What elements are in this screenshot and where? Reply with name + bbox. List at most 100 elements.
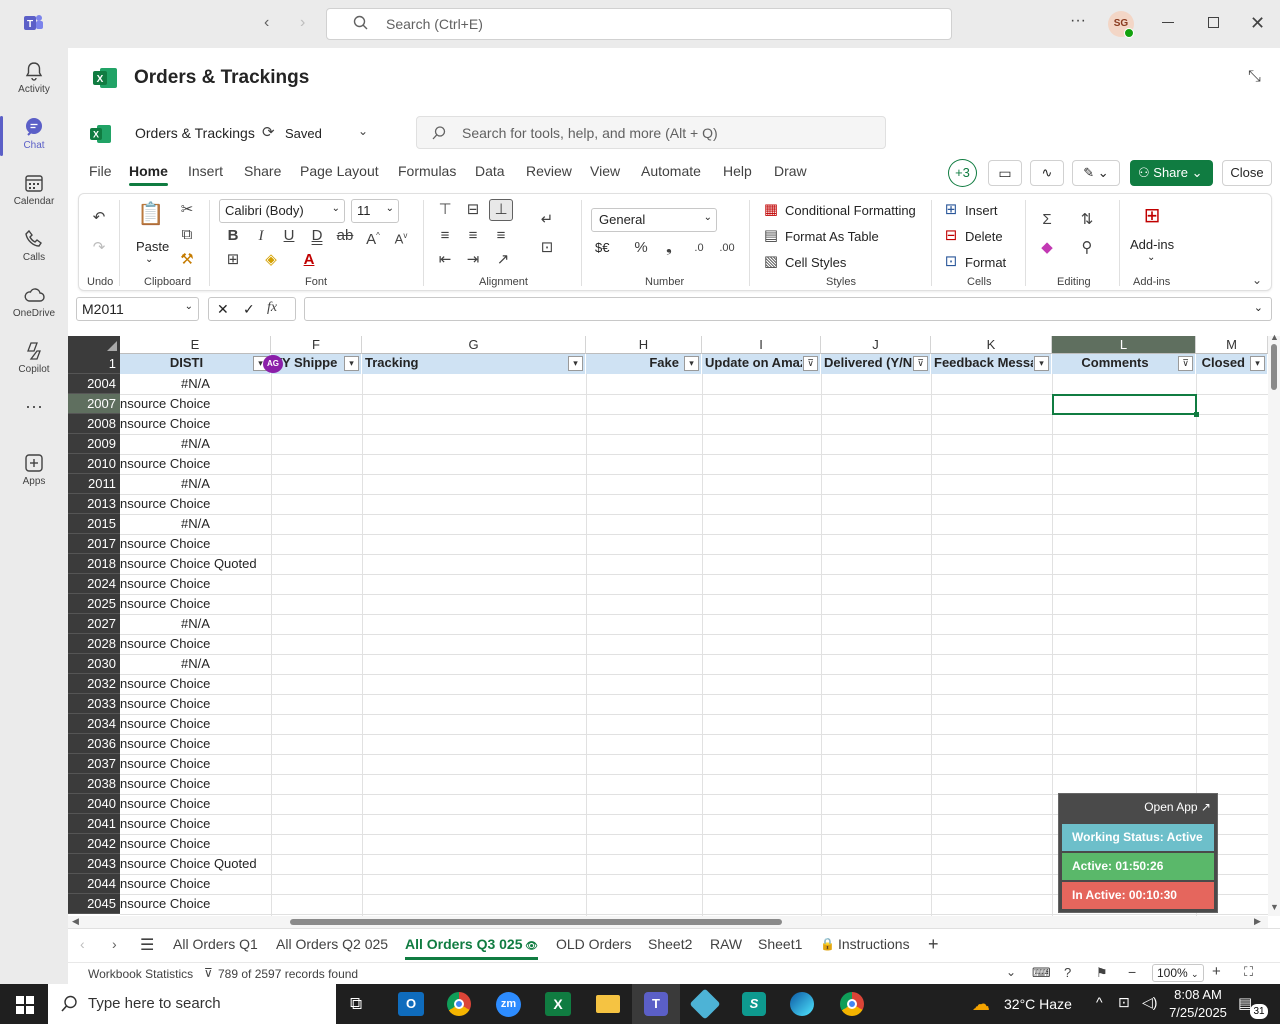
nav-chat[interactable]: Chat <box>0 110 68 164</box>
more-options-icon[interactable]: ··· <box>1070 12 1086 30</box>
all-sheets-icon[interactable]: ☰ <box>140 935 154 955</box>
tab-view[interactable]: View <box>590 163 620 179</box>
align-middle-icon[interactable]: ⊟ <box>463 200 483 220</box>
row-header[interactable]: 2009 <box>68 434 120 454</box>
zoom-app-icon[interactable]: zm <box>496 992 521 1017</box>
font-size-select[interactable]: 11 ⌄ <box>351 199 399 223</box>
column-header-k[interactable]: K <box>931 336 1052 354</box>
conditional-formatting-icon[interactable]: ▦ <box>761 200 781 220</box>
back-arrow-icon[interactable]: ‹ <box>264 14 269 32</box>
row-header[interactable]: 2043 <box>68 854 120 874</box>
weather-text[interactable]: 32°C Haze <box>1004 996 1072 1012</box>
cell-styles-icon[interactable]: ▧ <box>761 252 781 272</box>
sheet-tab[interactable]: All Orders Q2 025 <box>276 936 388 952</box>
nav-apps[interactable]: Apps <box>0 446 68 500</box>
row-header[interactable]: 2007 <box>68 394 120 414</box>
horizontal-scroll-thumb[interactable] <box>290 919 782 925</box>
decrease-indent-icon[interactable]: ⇤ <box>435 250 455 270</box>
collaborator-presence-badge[interactable]: AG <box>263 355 283 373</box>
volume-icon[interactable]: ◁) <box>1142 994 1157 1011</box>
sheet-prev-icon[interactable]: ‹ <box>80 936 85 952</box>
undo-icon[interactable]: ↶ <box>89 208 109 228</box>
table-header-cell[interactable]: TY Shippe ▾ <box>271 354 362 374</box>
sheet-tab[interactable]: Instructions <box>838 936 910 952</box>
increase-font-icon[interactable]: A^ <box>363 226 383 248</box>
sheet-tab[interactable]: Sheet1 <box>758 936 802 952</box>
horizontal-scrollbar[interactable]: ◀ ▶ <box>68 916 1268 928</box>
feedback-icon[interactable]: ⚑ <box>1096 965 1108 981</box>
disti-cell[interactable]: #N/A <box>120 474 271 494</box>
disti-cell[interactable]: nsource Choice <box>120 874 362 894</box>
autosum-icon[interactable]: Σ <box>1037 210 1057 230</box>
row-header[interactable]: 2036 <box>68 734 120 754</box>
align-bottom-icon[interactable]: ⊥ <box>489 199 513 221</box>
weather-icon[interactable]: ☁ <box>972 994 990 1015</box>
sheet-tab[interactable]: All Orders Q3 025 👁 <box>405 936 538 960</box>
tab-review[interactable]: Review <box>526 163 572 179</box>
row-header[interactable]: 2017 <box>68 534 120 554</box>
find-select-icon[interactable]: ⚲ <box>1077 238 1097 258</box>
disti-cell[interactable]: nsource Choice <box>120 734 362 754</box>
row-header[interactable]: 2025 <box>68 594 120 614</box>
close-window-icon[interactable]: ✕ <box>1250 13 1265 34</box>
vertical-scrollbar[interactable]: ▲ ▼ <box>1268 332 1280 916</box>
comments-button[interactable]: ▭ <box>988 160 1022 186</box>
chrome-profile-icon[interactable] <box>840 992 864 1016</box>
editing-mode-button[interactable]: ✎ ⌄ <box>1072 160 1120 186</box>
disti-cell[interactable]: nsource Choice Quoted <box>120 554 362 574</box>
disti-cell[interactable]: nsource Choice <box>120 794 362 814</box>
comma-style-icon[interactable]: ❟ <box>659 238 679 258</box>
clock-date[interactable]: 7/25/2025 <box>1168 1005 1228 1020</box>
disti-cell[interactable]: #N/A <box>120 514 271 534</box>
zoom-out-icon[interactable]: − <box>1128 964 1136 980</box>
column-header-j[interactable]: J <box>821 336 931 354</box>
disti-cell[interactable]: nsource Choice <box>120 494 362 514</box>
disti-cell[interactable]: #N/A <box>120 614 271 634</box>
disti-cell[interactable]: nsource Choice <box>120 754 362 774</box>
row-header[interactable]: 2045 <box>68 894 120 914</box>
disti-cell[interactable]: nsource Choice <box>120 454 362 474</box>
disti-cell[interactable]: nsource Choice <box>120 694 362 714</box>
disti-cell[interactable]: nsource Choice <box>120 414 362 434</box>
tab-insert[interactable]: Insert <box>188 163 223 179</box>
add-ins-icon[interactable]: ⊞ <box>1139 206 1165 232</box>
add-ins-chevron-icon[interactable]: ⌄ <box>1147 252 1155 263</box>
disti-cell[interactable]: nsource Choice <box>120 594 362 614</box>
paste-chevron-icon[interactable]: ⌄ <box>145 254 153 265</box>
row-header[interactable]: 2034 <box>68 714 120 734</box>
edge-icon[interactable] <box>790 992 814 1016</box>
vpn-app-icon[interactable] <box>689 988 721 1020</box>
disti-cell[interactable]: nsource Choice <box>120 574 362 594</box>
row-header[interactable]: 2004 <box>68 374 120 394</box>
formula-expand-chevron-icon[interactable]: ⌄ <box>1254 301 1263 314</box>
insert-function-icon[interactable]: fx <box>267 300 277 316</box>
table-header-cell[interactable]: DISTI ▾ <box>120 354 271 374</box>
forward-arrow-icon[interactable]: › <box>300 14 305 32</box>
double-underline-icon[interactable]: D <box>307 226 327 246</box>
minimize-icon[interactable] <box>1162 22 1174 23</box>
tool-search-box[interactable]: Search for tools, help, and more (Alt + … <box>416 116 886 149</box>
currency-format-button[interactable]: $€ <box>595 240 609 255</box>
disti-cell[interactable]: nsource Choice <box>120 534 362 554</box>
paste-label[interactable]: Paste <box>136 239 169 254</box>
excel-taskbar-icon[interactable]: X <box>545 992 571 1016</box>
conditional-formatting-button[interactable]: Conditional Formatting <box>785 203 916 218</box>
format-cells-button[interactable]: Format <box>965 255 1006 270</box>
row-header[interactable]: 2008 <box>68 414 120 434</box>
delete-cells-icon[interactable]: ⊟ <box>941 226 961 246</box>
filter-dropdown-icon[interactable]: ▾ <box>684 356 699 371</box>
row-header[interactable]: 2028 <box>68 634 120 654</box>
increase-indent-icon[interactable]: ⇥ <box>463 250 483 270</box>
tab-data[interactable]: Data <box>475 163 505 179</box>
table-header-cell[interactable]: Update on Amaz ⊽ <box>702 354 821 374</box>
table-header-cell[interactable]: Delivered (Y/N ⊽ <box>821 354 931 374</box>
row-header[interactable]: 1 <box>68 354 120 374</box>
strikethrough-icon[interactable]: ab <box>335 226 355 246</box>
disti-cell[interactable]: nsource Choice <box>120 634 362 654</box>
paste-icon[interactable]: 📋 <box>137 203 165 232</box>
table-header-cell[interactable]: Fake ▾ <box>586 354 702 374</box>
sheet-tab[interactable]: OLD Orders <box>556 936 631 952</box>
row-header[interactable]: 2018 <box>68 554 120 574</box>
cut-icon[interactable]: ✂ <box>177 200 197 220</box>
disti-cell[interactable]: nsource Choice <box>120 674 362 694</box>
